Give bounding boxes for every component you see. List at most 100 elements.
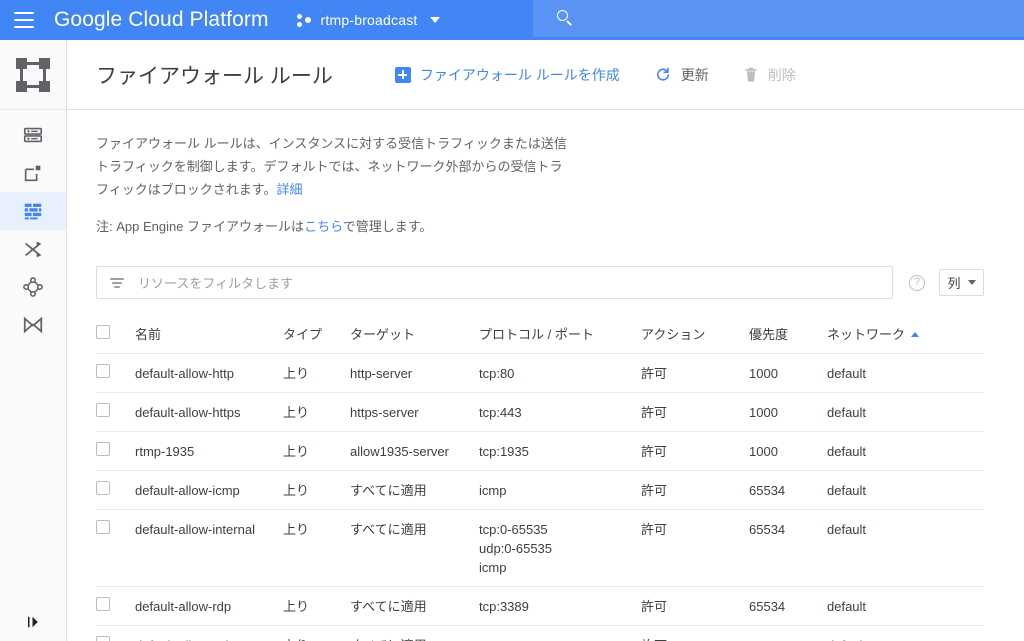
protocol-line: tcp:443 — [479, 405, 522, 420]
row-checkbox-cell — [96, 510, 135, 543]
hamburger-line — [14, 19, 34, 21]
column-header-type[interactable]: タイプ — [283, 318, 350, 353]
project-selector[interactable]: rtmp-broadcast — [296, 0, 440, 40]
cell-network: default — [827, 366, 867, 381]
sidebar-item-routes[interactable] — [0, 230, 66, 268]
brand-title[interactable]: Google Cloud Platform — [54, 8, 269, 32]
row-checkbox-cell — [96, 626, 135, 641]
cell-priority: 1000 — [749, 366, 778, 381]
cell-network: default — [827, 522, 867, 537]
refresh-button[interactable]: 更新 — [654, 65, 709, 85]
column-header-protocol[interactable]: プロトコル / ポート — [479, 318, 641, 353]
cell-network: default — [827, 626, 947, 641]
columns-button[interactable]: 列 — [939, 269, 984, 296]
delete-label: 削除 — [767, 66, 796, 83]
plus-box-icon — [394, 66, 411, 83]
cell-action: 許可 — [641, 626, 749, 641]
protocol-line: icmp — [479, 560, 507, 575]
table-row[interactable]: default-allow-ssh上りすべてに適用tcp:22許可65534de… — [96, 626, 984, 641]
row-checkbox[interactable] — [96, 597, 110, 611]
refresh-icon — [656, 67, 669, 81]
cell-protocol-port: tcp:0-65535 udp:0-65535 icmp — [479, 510, 641, 586]
hamburger-line — [14, 12, 34, 14]
select-all-checkbox-cell — [96, 318, 135, 348]
help-circle-icon[interactable]: ? — [909, 274, 925, 291]
select-all-checkbox[interactable] — [96, 325, 110, 339]
cell-name: default-allow-rdp — [135, 599, 232, 614]
row-checkbox[interactable] — [96, 364, 110, 378]
sidebar-item-external-ip[interactable] — [0, 116, 66, 154]
column-header-target[interactable]: ターゲット — [350, 318, 479, 353]
protocol-line: tcp:1935 — [479, 444, 529, 459]
app-engine-note: 注: App Engine ファイアウォールはこちらで管理します。 — [96, 215, 1024, 238]
sidebar-item-firewall[interactable] — [0, 192, 66, 230]
row-checkbox[interactable] — [96, 520, 110, 534]
table-row[interactable]: default-allow-rdp 上り すべてに適用 tcp:3389 許可 65534… — [96, 587, 984, 626]
cell-target: allow1935-server — [350, 444, 449, 459]
create-firewall-rule-label: ファイアウォール ルールを作成 — [419, 66, 620, 83]
routes-shuffle-icon — [25, 241, 42, 258]
page-toolbar: ファイアウォール ルールを作成 更新 削除 — [394, 65, 830, 85]
row-checkbox-cell — [96, 393, 135, 426]
row-checkbox[interactable] — [96, 636, 110, 641]
learn-more-link[interactable]: 詳細 — [276, 182, 302, 197]
column-header-priority[interactable]: 優先度 — [749, 318, 827, 353]
cell-action: 許可 — [641, 483, 668, 498]
table-row[interactable]: rtmp-1935 上り allow1935-server tcp:1935 許可 100… — [96, 432, 984, 471]
cell-type: 上り — [283, 366, 310, 381]
cell-action: 許可 — [641, 444, 668, 459]
cell-priority: 1000 — [749, 405, 778, 420]
row-checkbox[interactable] — [96, 442, 110, 456]
cell-type: 上り — [283, 483, 310, 498]
search-icon — [557, 10, 574, 27]
app-engine-firewall-link[interactable]: こちら — [304, 219, 343, 234]
cell-action: 許可 — [641, 405, 668, 420]
main-content: ファイアウォール ルール ファイアウォール ルールを作成 更新 削除 ファイアウ… — [67, 40, 1024, 641]
row-checkbox[interactable] — [96, 403, 110, 417]
sidebar-header-vpc-network-icon[interactable] — [0, 40, 66, 110]
table-row[interactable]: default-allow-icmp 上り すべてに適用 icmp 許可 65534 def… — [96, 471, 984, 510]
expand-panel-button[interactable] — [0, 613, 67, 631]
note-prefix: 注: App Engine ファイアウォールは — [96, 219, 305, 234]
cell-action: 許可 — [641, 522, 668, 537]
cell-target: http-server — [350, 366, 413, 381]
hamburger-menu-icon[interactable] — [0, 0, 44, 40]
cell-name: default-allow-icmp — [135, 483, 240, 498]
column-header-action[interactable]: アクション — [641, 318, 749, 353]
description-line-3: フィックはブロックされます。 — [96, 182, 277, 197]
description-line-1: ファイアウォール ルールは、インスタンスに対する受信トラフィックまたは送信 — [96, 136, 567, 151]
row-checkbox[interactable] — [96, 481, 110, 495]
cell-network: default — [827, 599, 867, 614]
filter-input[interactable]: リソースをフィルタします — [96, 266, 893, 299]
refresh-label: 更新 — [680, 66, 709, 83]
row-checkbox-cell — [96, 471, 135, 504]
delete-button[interactable]: 削除 — [743, 65, 796, 85]
cell-type: 上り — [283, 522, 310, 537]
hamburger-line — [14, 26, 34, 28]
table-header-row: 名前 タイプ ターゲット プロトコル / ポート アクション 優先度 ネットワー… — [96, 318, 984, 354]
sidebar-item-subnet[interactable] — [0, 154, 66, 192]
protocol-line: icmp — [479, 483, 507, 498]
column-header-network[interactable]: ネットワーク — [827, 318, 947, 353]
table-row[interactable]: default-allow-internal 上り すべてに適用 tcp:0-6553… — [96, 510, 984, 587]
sidebar-item-vpc-peering[interactable] — [0, 268, 66, 306]
sort-ascending-icon — [911, 332, 920, 337]
row-checkbox-cell — [96, 587, 135, 620]
cell-priority: 65534 — [749, 522, 786, 537]
description-text: ファイアウォール ルールは、インスタンスに対する受信トラフィックまたは送信 トラ… — [96, 132, 629, 201]
vpc-peering-icon — [23, 277, 43, 297]
column-header-name[interactable]: 名前 — [135, 318, 283, 353]
search-input[interactable] — [533, 0, 1024, 37]
cell-name: rtmp-1935 — [135, 444, 195, 459]
firewall-brick-icon — [24, 203, 42, 220]
trash-icon — [745, 67, 757, 82]
chevron-down-icon — [429, 17, 440, 23]
table-row[interactable]: default-allow-http 上り http-server tcp:80 許可 1… — [96, 354, 984, 393]
vpc-network-icon — [16, 57, 50, 92]
subnet-icon — [24, 165, 41, 182]
create-firewall-rule-button[interactable]: ファイアウォール ルールを作成 — [394, 65, 620, 85]
cell-protocol-port: tcp:80 — [479, 354, 641, 392]
table-row[interactable]: default-allow-https 上り https-server tcp:443… — [96, 393, 984, 432]
sidebar-item-shared-vpc[interactable] — [0, 306, 66, 344]
protocol-line: tcp:3389 — [479, 599, 529, 614]
